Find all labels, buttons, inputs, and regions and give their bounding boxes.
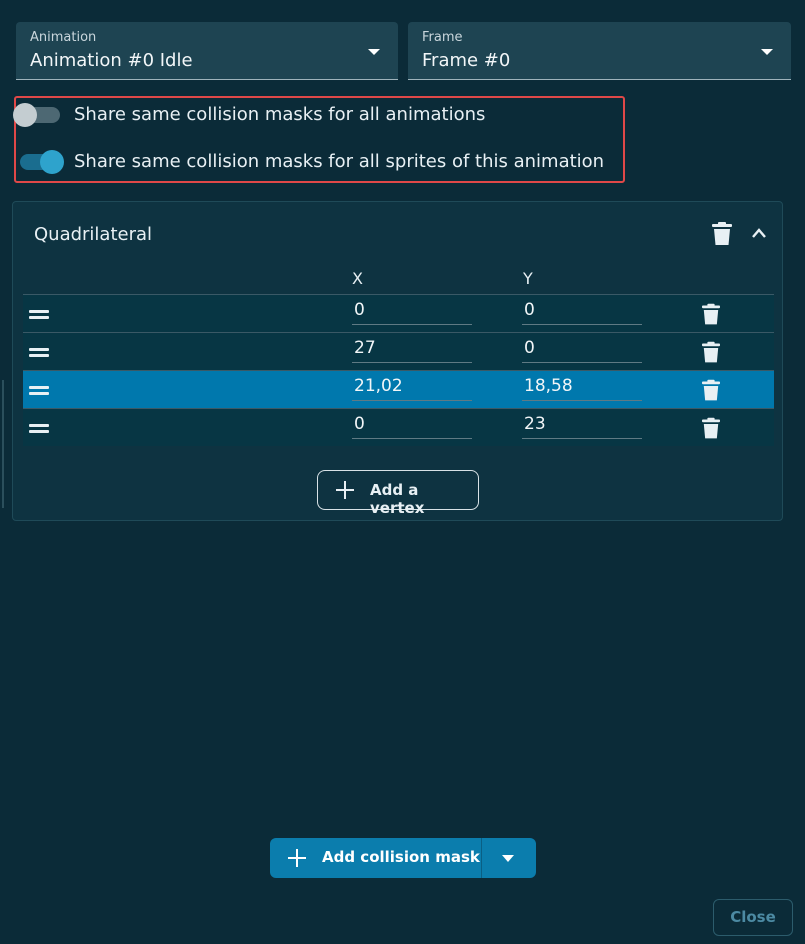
vertex-y-field[interactable] — [522, 375, 642, 401]
caret-down-icon — [502, 855, 514, 862]
table-row — [23, 408, 774, 446]
vertex-y-input[interactable] — [524, 338, 642, 358]
vertex-y-input[interactable] — [524, 376, 642, 396]
vertex-y-input[interactable] — [524, 300, 642, 320]
plus-icon — [288, 849, 306, 871]
add-vertex-label: Add a vertex — [370, 481, 425, 517]
table-row — [23, 332, 774, 370]
frame-select-value: Frame #0 — [422, 50, 511, 71]
vertex-y-field[interactable] — [522, 337, 642, 363]
drag-handle-icon[interactable] — [29, 310, 49, 322]
share-all-animations-switch[interactable] — [13, 102, 64, 128]
add-collision-mask-button[interactable]: Add collision mask — [270, 838, 481, 878]
drag-handle-icon[interactable] — [29, 386, 49, 398]
add-collision-mask-label: Add collision mask — [322, 848, 480, 866]
vertex-y-field[interactable] — [522, 299, 642, 325]
close-button[interactable]: Close — [713, 899, 793, 936]
vertex-y-field[interactable] — [522, 413, 642, 439]
mask-title: Quadrilateral — [34, 224, 153, 245]
vertex-x-input[interactable] — [354, 414, 472, 434]
delete-vertex-trash-icon[interactable] — [702, 417, 720, 444]
column-header-x: X — [352, 269, 363, 288]
vertex-y-input[interactable] — [524, 414, 642, 434]
frame-select-label: Frame — [422, 30, 463, 45]
chevron-down-icon — [761, 49, 773, 55]
animation-select-value: Animation #0 Idle — [30, 50, 193, 71]
table-row — [23, 294, 774, 332]
vertex-x-field[interactable] — [352, 337, 472, 363]
column-header-y: Y — [523, 269, 533, 288]
vertex-x-input[interactable] — [354, 300, 472, 320]
animation-select-label: Animation — [30, 30, 97, 45]
share-all-sprites-switch[interactable] — [16, 149, 64, 175]
chevron-down-icon — [368, 49, 380, 55]
vertex-x-input[interactable] — [354, 376, 472, 396]
delete-mask-trash-icon[interactable] — [712, 222, 732, 246]
add-collision-mask-split-button: Add collision mask — [270, 838, 536, 878]
vertex-x-field[interactable] — [352, 299, 472, 325]
table-row-selected — [23, 370, 774, 408]
share-all-animations-label: Share same collision masks for all anima… — [74, 104, 486, 125]
frame-select[interactable]: Frame Frame #0 — [408, 22, 791, 80]
chevron-up-icon[interactable] — [751, 227, 767, 239]
vertex-x-field[interactable] — [352, 375, 472, 401]
close-label: Close — [730, 908, 776, 926]
animation-select[interactable]: Animation Animation #0 Idle — [16, 22, 398, 80]
add-vertex-button[interactable]: Add a vertex — [317, 470, 479, 517]
delete-vertex-trash-icon[interactable] — [702, 303, 720, 330]
drag-handle-icon[interactable] — [29, 424, 49, 436]
drag-handle-icon[interactable] — [29, 348, 49, 360]
left-edge-divider — [2, 380, 4, 508]
vertex-x-field[interactable] — [352, 413, 472, 439]
vertex-x-input[interactable] — [354, 338, 472, 358]
add-mask-dropdown-button[interactable] — [482, 838, 536, 878]
delete-vertex-trash-icon[interactable] — [702, 379, 720, 406]
vertex-table — [23, 294, 774, 446]
share-all-sprites-label: Share same collision masks for all sprit… — [74, 151, 605, 172]
delete-vertex-trash-icon[interactable] — [702, 341, 720, 368]
plus-icon — [336, 481, 354, 503]
